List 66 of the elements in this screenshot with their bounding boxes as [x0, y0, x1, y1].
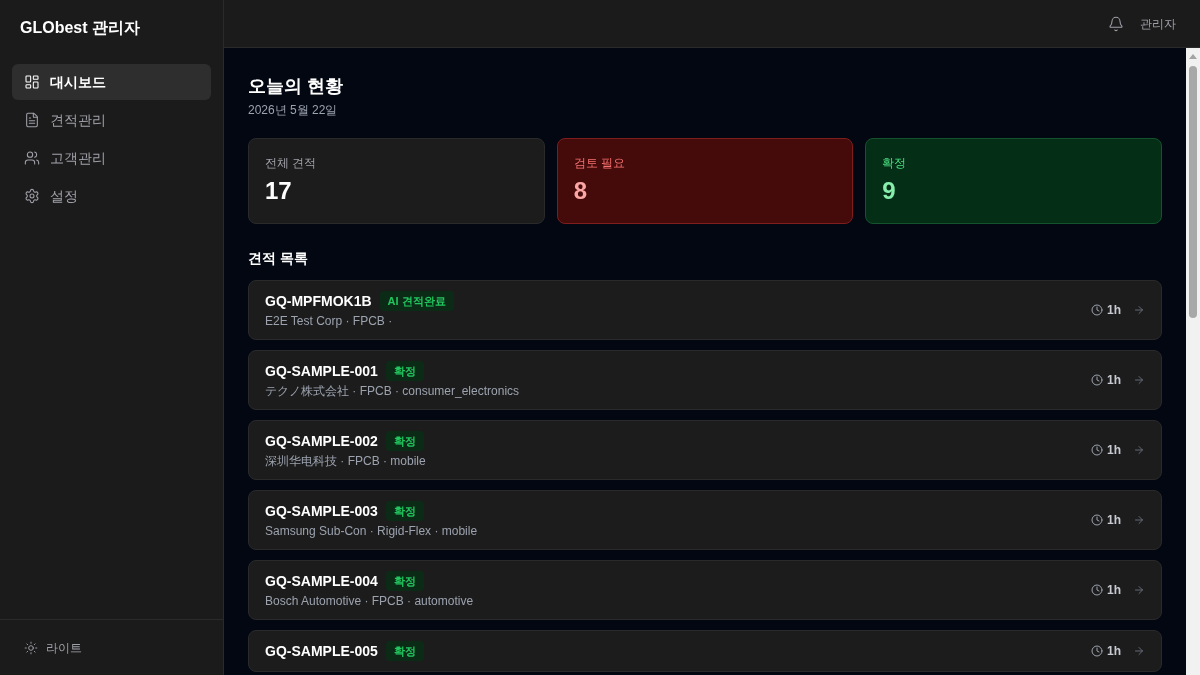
time-ago: 1h	[1107, 442, 1121, 458]
arrow-right-icon	[1133, 645, 1145, 657]
quote-card[interactable]: GQ-SAMPLE-004 확정 Bosch Automotive · FPCB · automotive 1h	[248, 560, 1162, 620]
quote-details: E2E Test Corp · FPCB ·	[265, 313, 394, 329]
clock-icon	[1091, 645, 1103, 657]
time-ago: 1h	[1107, 512, 1121, 528]
quote-id: GQ-SAMPLE-005	[265, 642, 378, 661]
people-icon	[24, 150, 40, 166]
status-badge: 확정	[385, 361, 424, 381]
quote-id: GQ-SAMPLE-003	[265, 502, 378, 521]
page-title: 오늘의 현황	[248, 75, 344, 98]
clock-icon	[1091, 304, 1103, 316]
clock-icon	[1091, 584, 1103, 596]
quote-id: GQ-SAMPLE-002	[265, 432, 378, 451]
stat-label: 확정	[882, 155, 908, 171]
quote-id: GQ-SAMPLE-004	[265, 572, 378, 591]
stat-value: 8	[573, 176, 588, 206]
dashboard-grid-icon	[24, 74, 40, 90]
arrow-right-icon	[1133, 584, 1145, 596]
arrow-right-icon	[1133, 514, 1145, 526]
stat-label: 전체 견적	[265, 155, 318, 171]
quote-card[interactable]: GQ-SAMPLE-002 확정 深圳华电科技 · FPCB · mobile 1h	[248, 420, 1162, 480]
quote-id: GQ-MPFMOK1B	[265, 292, 372, 311]
stat-value: 9	[882, 176, 897, 206]
notification-bell-icon[interactable]	[1108, 15, 1124, 32]
quote-card[interactable]: GQ-SAMPLE-005 확정 1h	[248, 630, 1162, 672]
nav-item[interactable]: 고객관리	[12, 140, 211, 176]
scrollbar[interactable]	[1186, 48, 1200, 675]
quote-details: Samsung Sub-Con · Rigid-Flex · mobile	[265, 523, 479, 539]
quote-details: 深圳华电科技 · FPCB · mobile	[265, 453, 427, 469]
scroll-up-arrow-icon[interactable]	[1189, 54, 1197, 59]
quote-details: Bosch Automotive · FPCB · automotive	[265, 593, 475, 609]
quote-details: テクノ株式会社 · FPCB · consumer_electronics	[265, 383, 521, 399]
clock-icon	[1091, 444, 1103, 456]
time-ago: 1h	[1107, 372, 1121, 388]
nav-item[interactable]: 견적관리	[12, 102, 211, 138]
status-badge: AI 견적완료	[379, 291, 454, 311]
scrollbar-thumb[interactable]	[1189, 66, 1197, 318]
settings-icon	[24, 188, 40, 204]
clock-icon	[1091, 374, 1103, 386]
stat-value: 17	[265, 176, 293, 206]
quote-card[interactable]: GQ-SAMPLE-001 확정 テクノ株式会社 · FPCB · consumer_electronics 1h	[248, 350, 1162, 410]
quote-card[interactable]: GQ-MPFMOK1B AI 견적완료 E2E Test Corp · FPCB · 1h	[248, 280, 1162, 340]
quote-card[interactable]: GQ-SAMPLE-003 확정 Samsung Sub-Con · Rigid-Flex · mobile 1h	[248, 490, 1162, 550]
document-icon	[24, 112, 40, 128]
arrow-right-icon	[1133, 444, 1145, 456]
arrow-right-icon	[1133, 374, 1145, 386]
app-title: GLObest 관리자	[20, 18, 140, 38]
status-badge: 확정	[385, 501, 424, 521]
clock-icon	[1091, 514, 1103, 526]
time-ago: 1h	[1107, 643, 1121, 659]
status-badge: 확정	[385, 571, 424, 591]
quote-id: GQ-SAMPLE-001	[265, 362, 378, 381]
status-badge: 확정	[385, 641, 424, 661]
date-text: 2026년 5월 22일	[248, 102, 339, 118]
nav-item[interactable]: 대시보드	[12, 64, 211, 100]
time-ago: 1h	[1107, 302, 1121, 318]
nav-item[interactable]: 설정	[12, 178, 211, 214]
stat-label: 검토 필요	[573, 155, 626, 171]
arrow-right-icon	[1133, 304, 1145, 316]
sun-icon	[24, 640, 38, 655]
theme-toggle-button[interactable]: 라이트	[24, 638, 82, 657]
status-badge: 확정	[385, 431, 424, 451]
user-name: 관리자	[1140, 15, 1176, 33]
time-ago: 1h	[1107, 582, 1121, 598]
section-title: 견적 목록	[248, 249, 309, 268]
